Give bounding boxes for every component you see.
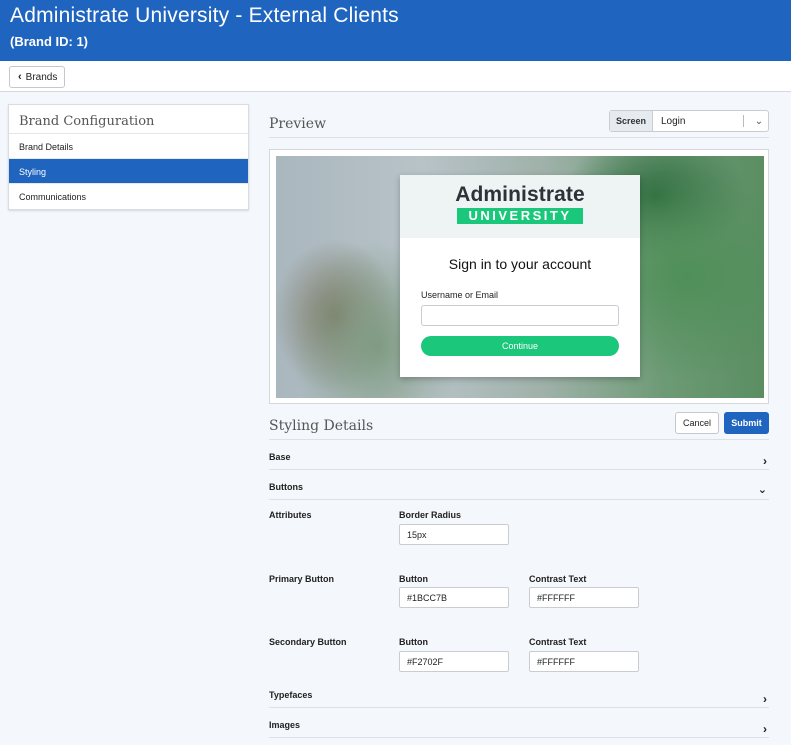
accordion-images-label: Images xyxy=(269,720,301,730)
select-divider xyxy=(743,115,744,127)
login-background-image: Administrate UNIVERSITY Sign in to your … xyxy=(276,156,764,398)
secondary-button-label: Secondary Button xyxy=(269,637,347,647)
primary-button-color-label: Button xyxy=(399,574,428,584)
logo-area: Administrate UNIVERSITY xyxy=(400,175,640,238)
border-radius-label: Border Radius xyxy=(399,510,462,520)
secondary-button-color-input[interactable]: #F2702F xyxy=(399,651,509,672)
accordion-typefaces-label: Typefaces xyxy=(269,690,313,700)
attributes-label: Attributes xyxy=(269,510,312,520)
login-heading: Sign in to your account xyxy=(448,256,592,272)
back-to-brands-button[interactable]: ‹ Brands xyxy=(9,66,66,88)
app-header: Administrate University - External Clien… xyxy=(0,0,791,61)
secondary-contrast-input[interactable]: #FFFFFF xyxy=(529,651,639,672)
back-button-label: Brands xyxy=(25,71,58,83)
accordion-buttons-label: Buttons xyxy=(269,482,303,492)
chevron-down-icon: ⌄ xyxy=(754,115,764,127)
secondary-contrast-label: Contrast Text xyxy=(529,637,587,647)
toolbar: ‹ Brands xyxy=(0,61,791,92)
username-label: Username or Email xyxy=(421,290,499,300)
primary-button-color-input[interactable]: #1BCC7B xyxy=(399,587,509,608)
accordion-base-label: Base xyxy=(269,452,291,462)
login-card: Administrate UNIVERSITY Sign in to your … xyxy=(400,175,640,377)
chevron-right-icon: › xyxy=(763,722,767,736)
username-input[interactable] xyxy=(421,305,619,326)
sidebar-item-communications[interactable]: Communications xyxy=(9,184,248,209)
sidebar-item-brand-details[interactable]: Brand Details xyxy=(9,134,248,159)
primary-contrast-input[interactable]: #FFFFFF xyxy=(529,587,639,608)
continue-button[interactable]: Continue xyxy=(421,336,619,356)
accordion-base[interactable]: Base › xyxy=(269,440,769,470)
chevron-down-icon: ⌄ xyxy=(757,484,767,496)
screen-select-value: Login xyxy=(661,115,686,127)
styling-details-title: Styling Details xyxy=(269,418,374,434)
screen-select-label: Screen xyxy=(610,111,653,131)
accordion-images[interactable]: Images › xyxy=(269,708,769,738)
preview-frame: Administrate UNIVERSITY Sign in to your … xyxy=(269,149,769,404)
brand-id-subtitle: (Brand ID: 1) xyxy=(10,34,88,49)
primary-contrast-label: Contrast Text xyxy=(529,574,587,584)
submit-button[interactable]: Submit xyxy=(724,412,769,434)
cancel-button[interactable]: Cancel xyxy=(675,412,719,434)
secondary-button-color-label: Button xyxy=(399,637,428,647)
logo-badge: UNIVERSITY xyxy=(457,208,583,224)
chevron-right-icon: › xyxy=(763,692,767,706)
page-title: Administrate University - External Clien… xyxy=(10,4,399,27)
border-radius-input[interactable]: 15px xyxy=(399,524,509,545)
accordion-buttons[interactable]: Buttons ⌄ xyxy=(269,470,769,500)
sidebar-item-styling[interactable]: Styling xyxy=(9,159,248,184)
chevron-right-icon: › xyxy=(763,454,767,468)
primary-button-label: Primary Button xyxy=(269,574,335,584)
sidebar: Brand Configuration Brand Details Stylin… xyxy=(8,104,249,210)
accordion-typefaces[interactable]: Typefaces › xyxy=(269,678,769,708)
logo-wordmark: Administrate xyxy=(455,183,585,206)
chevron-left-icon: ‹ xyxy=(18,71,22,83)
screen-select[interactable]: Screen Login ⌄ xyxy=(609,110,769,132)
sidebar-heading: Brand Configuration xyxy=(9,105,248,134)
divider xyxy=(269,137,769,138)
preview-title: Preview xyxy=(269,116,327,132)
